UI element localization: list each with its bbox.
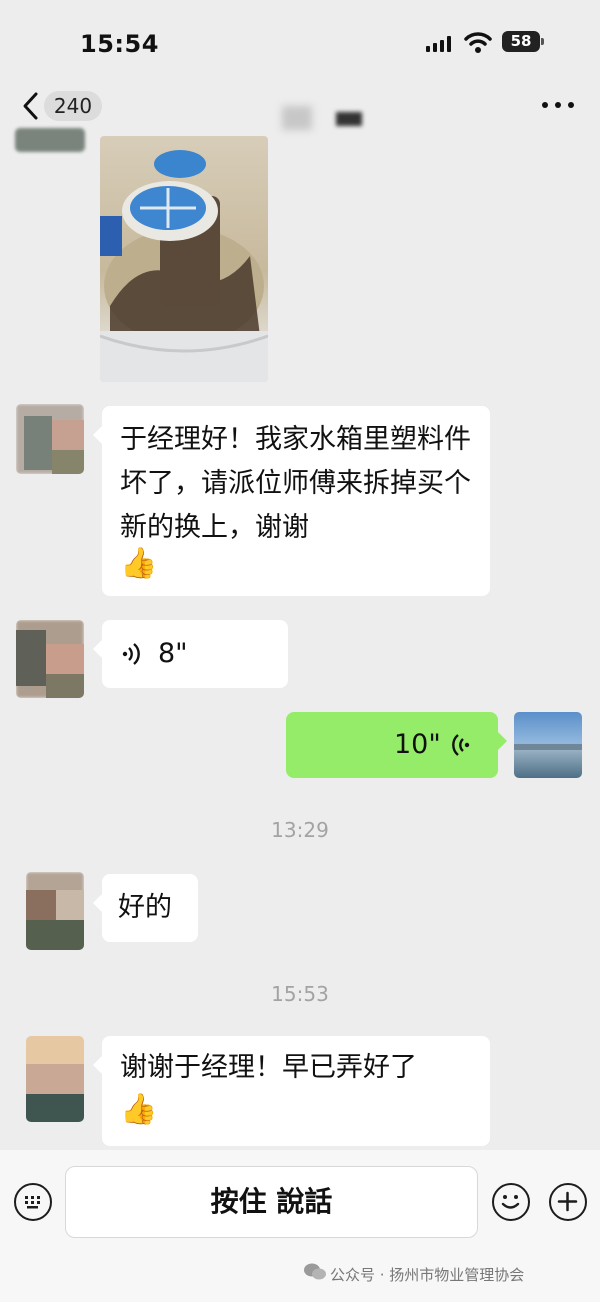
voice-wave-icon — [122, 643, 140, 665]
thumbs-up-emoji-icon: 👍 — [120, 1092, 158, 1127]
message-text: 于经理好！我家水箱里塑料件坏了，请派位师傅来拆掉买个新的换上，谢谢 — [120, 424, 471, 543]
status-time: 15:54 — [80, 30, 159, 58]
wifi-icon — [464, 32, 492, 53]
image-message[interactable] — [100, 136, 268, 382]
sender-avatar[interactable] — [16, 404, 84, 474]
sender-avatar[interactable] — [26, 872, 84, 950]
sender-avatar[interactable] — [16, 620, 84, 698]
cellular-signal-icon — [426, 36, 456, 52]
message-text: 好的 — [118, 892, 172, 923]
voice-message-incoming[interactable]: 8" — [93, 620, 288, 688]
toilet-tank-photo — [100, 150, 268, 382]
unread-count-badge[interactable]: 240 — [44, 91, 102, 121]
thumbs-up-emoji-icon: 👍 — [120, 546, 158, 581]
voice-duration: 8" — [158, 638, 188, 669]
self-avatar[interactable] — [514, 712, 582, 778]
emoji-icon[interactable] — [492, 1183, 530, 1221]
watermark-text: 公众号 · 扬州市物业管理协会 — [330, 1266, 525, 1284]
wechat-logo-icon — [304, 1262, 326, 1286]
message-bubble-incoming[interactable]: 谢谢于经理！早已弄好了 👍 — [93, 1036, 490, 1146]
keyboard-icon[interactable] — [14, 1183, 52, 1221]
chat-title-blurred-2 — [336, 112, 362, 126]
voice-message-outgoing[interactable]: 10" — [286, 712, 507, 778]
sender-avatar[interactable] — [26, 1036, 84, 1122]
battery-indicator: 58 — [502, 31, 544, 52]
message-bubble-incoming[interactable]: 好的 — [93, 874, 198, 942]
more-dots-icon[interactable] — [540, 97, 576, 113]
hold-to-talk-button[interactable]: 按住 說話 — [65, 1166, 478, 1238]
message-bubble-incoming[interactable]: 于经理好！我家水箱里塑料件坏了，请派位师傅来拆掉买个新的换上，谢谢 👍 — [93, 406, 490, 596]
voice-wave-icon — [452, 734, 470, 756]
timestamp: 13:29 — [271, 818, 329, 842]
timestamp: 15:53 — [271, 982, 329, 1006]
voice-duration: 10" — [394, 729, 441, 760]
sender-avatar-partial[interactable] — [15, 128, 85, 152]
chat-title-blurred — [282, 106, 312, 130]
plus-icon[interactable] — [549, 1183, 587, 1221]
message-text: 谢谢于经理！早已弄好了 — [120, 1052, 417, 1083]
